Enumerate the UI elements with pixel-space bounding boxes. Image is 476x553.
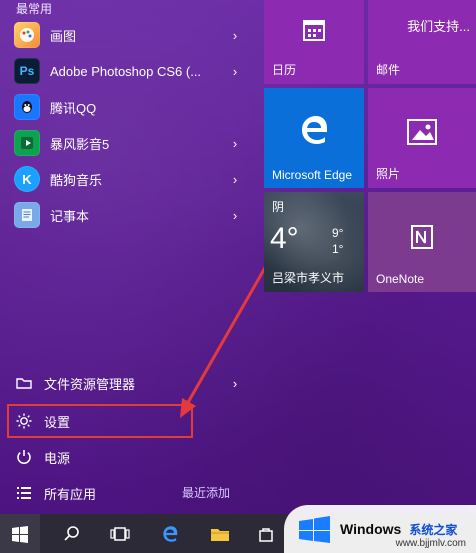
system-item-file-explorer[interactable]: 文件资源管理器 › <box>14 368 242 398</box>
app-label: 记事本 <box>50 208 90 224</box>
app-item-qq[interactable]: 腾讯QQ <box>14 92 242 122</box>
tile-label: OneNote <box>376 272 425 286</box>
weather-high: 9° <box>332 226 344 240</box>
chevron-right-icon[interactable]: › <box>228 136 242 151</box>
edge-icon[interactable] <box>150 514 190 553</box>
all-apps-icon <box>14 483 34 503</box>
chevron-right-icon[interactable]: › <box>228 28 242 43</box>
app-item-baofeng[interactable]: 暴风影音5 › <box>14 128 242 158</box>
search-icon[interactable] <box>52 514 92 553</box>
tile-label: Microsoft Edge <box>272 168 353 182</box>
app-item-kugou[interactable]: K 酷狗音乐 › <box>14 164 242 194</box>
photoshop-icon: Ps <box>14 58 40 84</box>
system-item-label: 电源 <box>44 450 71 466</box>
chevron-right-icon[interactable]: › <box>228 208 242 223</box>
app-label: 酷狗音乐 <box>50 172 103 188</box>
tile-mail[interactable]: 我们支持... 邮件 <box>368 0 476 84</box>
watermark-brand: Windows <box>340 521 402 537</box>
folder-explorer-icon <box>14 373 34 393</box>
chevron-right-icon[interactable]: › <box>228 376 242 391</box>
mail-tile-subtitle: 我们支持... <box>407 19 470 34</box>
video-player-icon <box>14 130 40 156</box>
settings-highlight-box <box>7 404 193 438</box>
tile-weather[interactable]: 阴 4° 9° 1° 吕梁市孝义市 <box>264 192 364 292</box>
watermark-cn: 系统之家 <box>409 522 458 537</box>
section-header-most-used: 最常用 <box>16 2 53 16</box>
app-label: 暴风影音5 <box>50 136 110 152</box>
tile-label: 照片 <box>376 167 401 181</box>
qq-icon <box>14 94 40 120</box>
watermark-logo: Windows 系统之家 www.bjjmlv.com <box>284 505 476 553</box>
calendar-icon <box>264 14 364 46</box>
watermark-url: www.bjjmlv.com <box>395 538 466 549</box>
edge-icon <box>264 112 364 148</box>
store-icon[interactable] <box>246 514 286 553</box>
windows-start-icon[interactable] <box>0 514 40 553</box>
app-item-notepad[interactable]: 记事本 › <box>14 200 242 230</box>
music-icon: K <box>14 166 40 192</box>
tile-label: 邮件 <box>376 63 401 77</box>
notepad-icon <box>14 202 40 228</box>
system-item-power[interactable]: 电源 <box>14 442 242 472</box>
paint-icon <box>14 22 40 48</box>
tile-onenote[interactable]: OneNote <box>368 192 476 292</box>
tile-microsoft-edge[interactable]: Microsoft Edge <box>264 88 364 188</box>
system-item-label: 所有应用 <box>44 486 97 502</box>
app-item-paint[interactable]: 画图 › <box>14 20 242 50</box>
app-item-photoshop[interactable]: Ps Adobe Photoshop CS6 (... › <box>14 56 242 86</box>
system-item-label: 文件资源管理器 <box>44 376 136 392</box>
file-explorer-icon[interactable] <box>200 514 240 553</box>
tile-calendar[interactable]: 日历 <box>264 0 364 84</box>
app-label: 腾讯QQ <box>50 100 97 116</box>
weather-condition: 阴 <box>272 200 285 214</box>
tile-photos[interactable]: 照片 <box>368 88 476 188</box>
photos-icon <box>368 118 476 146</box>
app-label: Adobe Photoshop CS6 (... <box>50 63 202 79</box>
power-icon <box>14 447 34 467</box>
task-view-icon[interactable] <box>100 514 140 553</box>
chevron-right-icon[interactable]: › <box>228 172 242 187</box>
weather-location: 吕梁市孝义市 <box>272 271 345 285</box>
tile-label: 日历 <box>272 63 297 77</box>
weather-temperature: 4° <box>270 222 299 255</box>
app-label: 画图 <box>50 28 77 44</box>
onenote-icon <box>368 222 476 252</box>
recently-added-link[interactable]: 最近添加 <box>182 484 230 501</box>
weather-low: 1° <box>332 242 344 256</box>
chevron-right-icon[interactable]: › <box>228 64 242 79</box>
windows-logo-icon <box>299 516 330 543</box>
